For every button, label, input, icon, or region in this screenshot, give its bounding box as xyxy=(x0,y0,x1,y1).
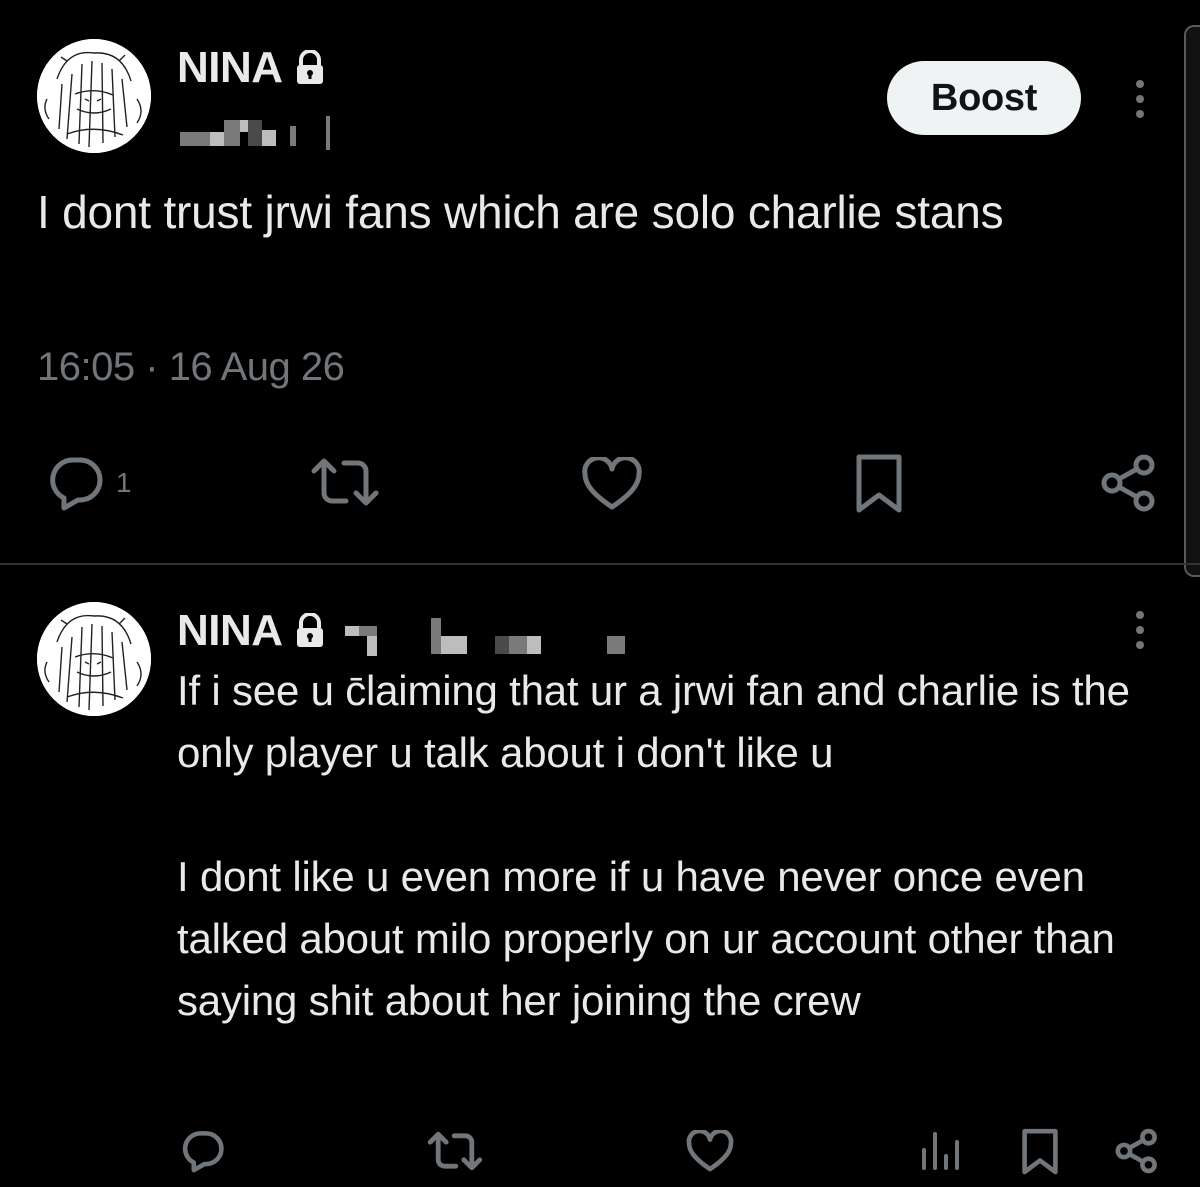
reply-author-name[interactable]: NINA xyxy=(177,609,327,653)
repost-icon[interactable] xyxy=(310,457,380,507)
reply-author-avatar[interactable] xyxy=(37,602,151,716)
post-divider xyxy=(0,563,1200,565)
reply-icon[interactable] xyxy=(180,1129,226,1173)
reply-count: 1 xyxy=(116,467,132,498)
share-icon[interactable] xyxy=(1099,453,1159,513)
post-date[interactable]: 16 Aug 26 xyxy=(169,345,345,389)
scrollbar[interactable] xyxy=(1184,25,1200,577)
heart-icon[interactable] xyxy=(581,457,643,513)
analytics-icon[interactable] xyxy=(919,1128,963,1172)
share-icon[interactable] xyxy=(1114,1128,1160,1174)
heart-icon[interactable] xyxy=(686,1130,734,1174)
post-time[interactable]: 16:05 xyxy=(37,345,135,389)
lock-icon xyxy=(296,50,323,84)
censored-handle xyxy=(180,112,330,150)
reply-text: If i see u c̄laiming that ur a jrwi fan … xyxy=(177,660,1167,1032)
avatar-sketch-image xyxy=(37,39,151,153)
bookmark-icon[interactable] xyxy=(1020,1127,1060,1177)
reply-paragraph: I dont like u even more if u have never … xyxy=(177,853,1115,1024)
author-avatar[interactable] xyxy=(37,39,151,153)
author-name[interactable]: NINA xyxy=(177,46,327,90)
more-vertical-icon[interactable] xyxy=(1134,79,1146,119)
post-text: I dont trust jrwi fans which are solo ch… xyxy=(37,186,1004,238)
reply-icon xyxy=(50,457,103,511)
censored-handle xyxy=(345,612,630,656)
repost-icon[interactable] xyxy=(427,1131,483,1171)
boost-button[interactable]: Boost xyxy=(887,61,1081,135)
avatar-sketch-image xyxy=(37,602,151,716)
timestamp-separator: · xyxy=(145,345,159,389)
post-timestamp[interactable]: 16:05 · 16 Aug 26 xyxy=(37,345,345,390)
more-vertical-icon[interactable] xyxy=(1134,610,1146,650)
reply-button[interactable]: 1 xyxy=(46,455,132,511)
bookmark-icon[interactable] xyxy=(853,453,905,515)
reply-paragraph: If i see u c̄laiming that ur a jrwi fan … xyxy=(177,667,1130,776)
lock-icon xyxy=(296,613,323,647)
